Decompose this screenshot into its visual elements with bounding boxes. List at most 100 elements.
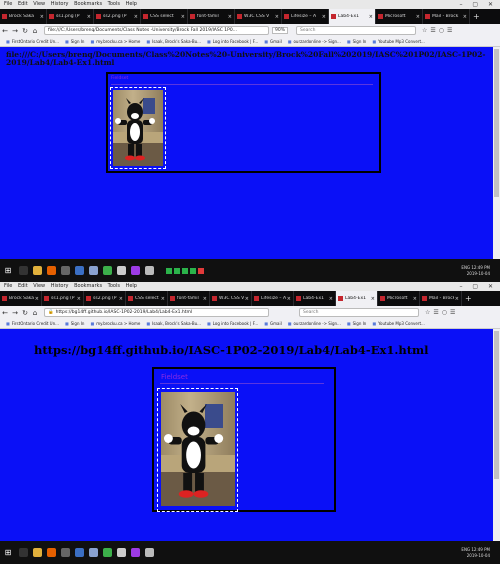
explorer-icon[interactable] bbox=[33, 548, 42, 557]
menu-tools[interactable]: Tools bbox=[108, 283, 120, 289]
menu-view[interactable]: View bbox=[33, 283, 45, 289]
menu-help[interactable]: Help bbox=[126, 1, 137, 7]
browser-tab[interactable]: Microsoft × bbox=[378, 291, 420, 306]
bookmark-item[interactable]: ourzardonline -> Sign... bbox=[288, 39, 341, 44]
forward-icon[interactable]: → bbox=[10, 309, 20, 317]
chrome-icon[interactable] bbox=[103, 266, 112, 275]
home-icon[interactable]: ⌂ bbox=[30, 309, 40, 317]
browser-tab[interactable]: ss1.png (P × bbox=[42, 291, 84, 306]
browser-tab[interactable]: CSS select × bbox=[126, 291, 168, 306]
tab-close-icon[interactable]: × bbox=[203, 296, 207, 302]
tab-close-icon[interactable]: × bbox=[134, 14, 138, 20]
tab-close-icon[interactable]: × bbox=[413, 296, 417, 302]
search-icon[interactable] bbox=[19, 266, 28, 275]
bookmark-item[interactable]: Log into Facebook | F... bbox=[207, 39, 258, 44]
browser-tab[interactable]: W3C CSS V × bbox=[235, 9, 282, 24]
tab-close-icon[interactable]: × bbox=[228, 14, 232, 20]
system-tray-clock[interactable]: ENG 12:49 PM 2019-10-04 bbox=[461, 547, 500, 559]
tab-close-icon[interactable]: × bbox=[322, 14, 326, 20]
store-icon[interactable] bbox=[61, 266, 70, 275]
home-icon[interactable]: ⌂ bbox=[30, 27, 40, 35]
tab-close-icon[interactable]: × bbox=[416, 14, 420, 20]
firefox-icon[interactable] bbox=[47, 548, 56, 557]
tab-close-icon[interactable]: × bbox=[161, 296, 165, 302]
forward-icon[interactable]: → bbox=[10, 27, 20, 35]
url-bar[interactable]: 🔒 https://bg14ff.github.io/IASC-1P02-201… bbox=[44, 308, 269, 317]
reload-icon[interactable]: ↻ bbox=[20, 27, 30, 35]
bookmark-item[interactable]: Sign In bbox=[347, 321, 367, 326]
app2-icon[interactable] bbox=[145, 548, 154, 557]
browser-tab[interactable]: ss2.png (P × bbox=[84, 291, 126, 306]
tab-close-icon[interactable]: × bbox=[119, 296, 123, 302]
tab-close-icon[interactable]: × bbox=[287, 296, 291, 302]
store-icon[interactable] bbox=[61, 548, 70, 557]
photos-icon[interactable] bbox=[89, 266, 98, 275]
bookmark-item[interactable]: Isaak, Brock's Saka-Bu... bbox=[146, 321, 201, 326]
tab-close-icon[interactable]: × bbox=[455, 296, 459, 302]
toolbar-icons[interactable]: ☆☰○☰ bbox=[425, 309, 458, 316]
bookmark-item[interactable]: Gmail bbox=[264, 39, 281, 44]
bookmark-item[interactable]: Sign In bbox=[65, 321, 85, 326]
bookmark-item[interactable]: Sign In bbox=[347, 39, 367, 44]
browser-tab[interactable]: ss1.png (P × bbox=[47, 9, 94, 24]
bookmark-item[interactable]: my.brocku.ca > Home bbox=[90, 39, 140, 44]
search-icon[interactable] bbox=[19, 548, 28, 557]
bookmark-item[interactable]: Isaak, Brock's Saka-Bu... bbox=[146, 39, 201, 44]
explorer-icon[interactable] bbox=[33, 266, 42, 275]
tab-close-icon[interactable]: × bbox=[463, 14, 467, 20]
bookmark-item[interactable]: FirstOntario Credit Un... bbox=[6, 321, 59, 326]
reload-icon[interactable]: ↻ bbox=[20, 309, 30, 317]
browser-tab[interactable]: Mail - Brock × bbox=[423, 9, 470, 24]
browser-tab[interactable]: Lab4-Ex1 × bbox=[294, 291, 336, 306]
tab-close-icon[interactable]: × bbox=[77, 296, 81, 302]
menu-view[interactable]: View bbox=[33, 1, 45, 7]
browser-tab[interactable]: Brock Saka × bbox=[0, 9, 47, 24]
search-input[interactable]: Search bbox=[299, 308, 419, 317]
app-icon[interactable] bbox=[117, 548, 126, 557]
menu-bookmarks[interactable]: Bookmarks bbox=[74, 283, 102, 289]
system-tray-clock[interactable]: ENG 12:49 PM 2019-10-04 bbox=[461, 265, 500, 277]
browser-tab[interactable]: Lifesize – A × bbox=[282, 9, 329, 24]
mail-icon[interactable] bbox=[75, 266, 84, 275]
tab-close-icon[interactable]: × bbox=[245, 296, 249, 302]
mail-icon[interactable] bbox=[75, 548, 84, 557]
browser-tab[interactable]: font-famil × bbox=[188, 9, 235, 24]
bookmark-item[interactable]: Youtube Mp3 Convert... bbox=[372, 321, 425, 326]
app2-icon[interactable] bbox=[145, 266, 154, 275]
menu-file[interactable]: File bbox=[4, 1, 12, 7]
browser-tab[interactable]: Lifesize – A × bbox=[252, 291, 294, 306]
bookmark-item[interactable]: my.brocku.ca > Home bbox=[90, 321, 140, 326]
tab-close-icon[interactable]: × bbox=[369, 14, 373, 20]
menu-edit[interactable]: Edit bbox=[18, 1, 28, 7]
firefox-icon[interactable] bbox=[47, 266, 56, 275]
browser-tab[interactable]: font-famil × bbox=[168, 291, 210, 306]
search-input[interactable]: Search bbox=[296, 26, 417, 35]
new-tab-icon[interactable]: + bbox=[470, 9, 483, 24]
menu-history[interactable]: History bbox=[51, 1, 69, 7]
back-icon[interactable]: ← bbox=[0, 309, 10, 317]
browser-tab[interactable]: ss2.png (P × bbox=[94, 9, 141, 24]
tab-close-icon[interactable]: × bbox=[329, 296, 333, 302]
windows-start-icon[interactable]: ⊞ bbox=[2, 266, 14, 275]
menu-bookmarks[interactable]: Bookmarks bbox=[74, 1, 102, 7]
tab-close-icon[interactable]: × bbox=[181, 14, 185, 20]
tab-close-icon[interactable]: × bbox=[275, 14, 279, 20]
settings-icon[interactable] bbox=[131, 548, 140, 557]
menu-tools[interactable]: Tools bbox=[108, 1, 120, 7]
bookmark-item[interactable]: ourzardonline -> Sign... bbox=[288, 321, 341, 326]
bookmark-item[interactable]: Youtube Mp3 Convert... bbox=[372, 39, 425, 44]
window-controls[interactable]: – ▢ ✕ bbox=[459, 0, 497, 9]
back-icon[interactable]: ← bbox=[0, 27, 10, 35]
tab-close-icon[interactable]: × bbox=[35, 296, 39, 302]
app-icon[interactable] bbox=[117, 266, 126, 275]
browser-tab[interactable]: CSS select × bbox=[141, 9, 188, 24]
tab-close-icon[interactable]: × bbox=[40, 14, 44, 20]
vertical-scrollbar[interactable] bbox=[493, 47, 500, 259]
browser-tab[interactable]: Microsoft × bbox=[376, 9, 423, 24]
new-tab-icon[interactable]: + bbox=[462, 291, 475, 306]
browser-tab[interactable]: Brock Saka × bbox=[0, 291, 42, 306]
browser-tab[interactable]: W3C CSS V × bbox=[210, 291, 252, 306]
menu-edit[interactable]: Edit bbox=[18, 283, 28, 289]
bookmark-item[interactable]: Gmail bbox=[264, 321, 281, 326]
zoom-level[interactable]: 90% bbox=[272, 27, 289, 34]
